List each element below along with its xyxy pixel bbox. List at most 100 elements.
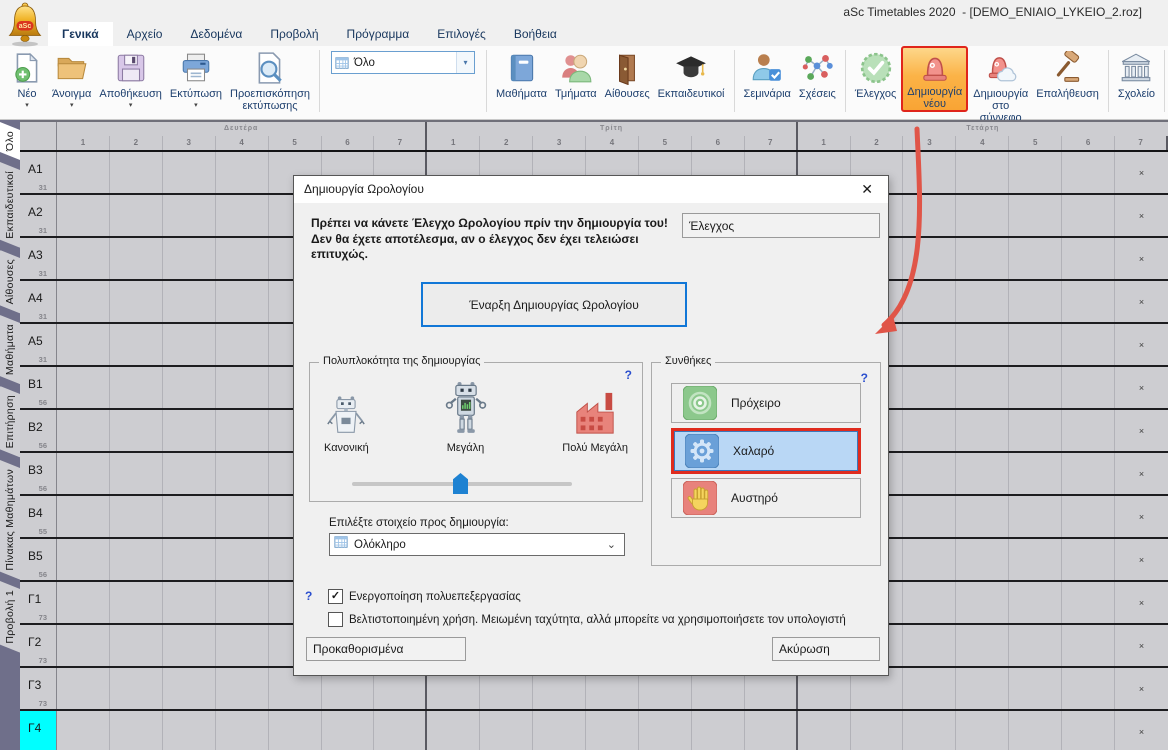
timetable-cell[interactable] xyxy=(57,367,110,408)
toolbar-button-open[interactable]: Άνοιγμα▾ xyxy=(48,46,95,109)
timetable-cell[interactable] xyxy=(216,711,269,750)
start-generation-button[interactable]: Έναρξη Δημιουργίας Ωρολογίου xyxy=(421,282,687,327)
timetable-cell[interactable] xyxy=(956,195,1009,236)
timetable-cell[interactable] xyxy=(956,152,1009,193)
timetable-cell[interactable] xyxy=(851,711,904,750)
toolbar-button-print-preview[interactable]: Προεπισκόπηση εκτύπωσης xyxy=(226,46,314,112)
optimized-usage-checkbox[interactable] xyxy=(328,612,343,627)
element-select-dropdown[interactable]: Ολόκληρο ⌄ xyxy=(329,533,625,556)
timetable-cell[interactable] xyxy=(163,625,216,666)
dropdown-arrow-icon[interactable]: ▾ xyxy=(25,102,29,109)
timetable-cell[interactable] xyxy=(1009,625,1062,666)
row-label-Γ1[interactable]: Γ173 xyxy=(20,582,57,623)
row-label-Γ4[interactable]: Γ4 xyxy=(20,711,57,750)
timetable-cell[interactable] xyxy=(956,367,1009,408)
toolbar-button-generate-cloud[interactable]: Δημιουργία στο σύννεφο xyxy=(969,46,1032,124)
timetable-cell[interactable] xyxy=(1062,668,1115,709)
timetable-cell[interactable] xyxy=(586,711,639,750)
timetable-cell[interactable] xyxy=(639,711,692,750)
check-button[interactable]: Έλεγχος xyxy=(682,213,880,238)
complexity-option-very-high[interactable]: Πολύ Μεγάλη xyxy=(562,377,628,454)
timetable-cell[interactable] xyxy=(110,453,163,494)
timetable-cell[interactable] xyxy=(216,625,269,666)
timetable-cell[interactable] xyxy=(110,668,163,709)
row-label-B5[interactable]: B556 xyxy=(20,539,57,580)
row-label-Γ2[interactable]: Γ273 xyxy=(20,625,57,666)
timetable-cell[interactable] xyxy=(956,238,1009,279)
timetable-cell[interactable] xyxy=(163,152,216,193)
timetable-cell[interactable] xyxy=(903,625,956,666)
timetable-cell[interactable] xyxy=(956,539,1009,580)
timetable-cell[interactable] xyxy=(798,711,851,750)
timetable-cell[interactable]: × xyxy=(1115,324,1168,365)
timetable-cell[interactable] xyxy=(956,711,1009,750)
timetable-cell[interactable] xyxy=(163,453,216,494)
row-label-B4[interactable]: B455 xyxy=(20,496,57,537)
row-label-A5[interactable]: A531 xyxy=(20,324,57,365)
timetable-cell[interactable] xyxy=(1062,410,1115,451)
timetable-cell[interactable] xyxy=(57,195,110,236)
timetable-cell[interactable] xyxy=(1062,281,1115,322)
timetable-cell[interactable] xyxy=(163,195,216,236)
timetable-cell[interactable] xyxy=(956,281,1009,322)
timetable-cell[interactable] xyxy=(110,238,163,279)
complexity-slider-thumb[interactable] xyxy=(453,473,468,494)
timetable-cell[interactable] xyxy=(1009,539,1062,580)
chevron-down-icon[interactable]: ▾ xyxy=(456,52,474,73)
timetable-cell[interactable] xyxy=(956,410,1009,451)
toolbar-button-print[interactable]: Εκτύπωση▾ xyxy=(166,46,226,109)
timetable-cell[interactable] xyxy=(57,281,110,322)
menu-item-schedule[interactable]: Πρόγραμμα xyxy=(333,22,424,46)
timetable-cell[interactable] xyxy=(110,367,163,408)
timetable-cell[interactable] xyxy=(1062,238,1115,279)
row-label-B2[interactable]: B256 xyxy=(20,410,57,451)
timetable-cell[interactable]: × xyxy=(1115,281,1168,322)
timetable-cell[interactable] xyxy=(1062,496,1115,537)
timetable-cell[interactable] xyxy=(163,496,216,537)
timetable-cell[interactable] xyxy=(1009,238,1062,279)
timetable-cell[interactable] xyxy=(903,324,956,365)
timetable-cell[interactable] xyxy=(322,711,375,750)
timetable-cell[interactable] xyxy=(480,711,533,750)
timetable-cell[interactable] xyxy=(110,496,163,537)
timetable-cell[interactable] xyxy=(1009,367,1062,408)
timetable-cell[interactable] xyxy=(1009,281,1062,322)
dropdown-arrow-icon[interactable]: ▾ xyxy=(129,102,133,109)
toolbar-button-subjects[interactable]: Μαθήματα xyxy=(492,46,551,100)
timetable-cell[interactable] xyxy=(110,152,163,193)
sidebar-tab-teachers[interactable]: Εκπαιδευτικοί xyxy=(0,162,20,248)
timetable-cell[interactable] xyxy=(216,195,269,236)
timetable-cell[interactable] xyxy=(1062,582,1115,623)
row-label-A1[interactable]: A131 xyxy=(20,152,57,193)
toolbar-button-check[interactable]: Έλεγχος xyxy=(851,46,900,100)
toolbar-button-classrooms[interactable]: Αίθουσες xyxy=(601,46,654,100)
timetable-cell[interactable] xyxy=(903,281,956,322)
sidebar-tab-subjects[interactable]: Μαθήματα xyxy=(0,315,20,384)
timetable-cell[interactable] xyxy=(903,410,956,451)
timetable-cell[interactable] xyxy=(110,711,163,750)
toolbar-button-generate-new[interactable]: Δημιουργία νέου xyxy=(901,46,968,112)
timetable-cell[interactable]: × xyxy=(1115,711,1168,750)
dropdown-arrow-icon[interactable]: ▾ xyxy=(70,102,74,109)
view-selector-dropdown[interactable]: Όλο ▾ xyxy=(331,51,475,74)
timetable-cell[interactable] xyxy=(1009,152,1062,193)
toolbar-button-classes[interactable]: Τμήματα xyxy=(551,46,601,100)
timetable-cell[interactable] xyxy=(903,496,956,537)
timetable-cell[interactable] xyxy=(110,582,163,623)
timetable-cell[interactable]: × xyxy=(1115,625,1168,666)
timetable-cell[interactable] xyxy=(1062,195,1115,236)
timetable-cell[interactable] xyxy=(1009,453,1062,494)
timetable-cell[interactable] xyxy=(57,582,110,623)
timetable-cell[interactable] xyxy=(903,668,956,709)
row-label-B3[interactable]: B356 xyxy=(20,453,57,494)
menu-item-file[interactable]: Αρχείο xyxy=(113,22,177,46)
timetable-cell[interactable]: × xyxy=(1115,539,1168,580)
timetable-cell[interactable] xyxy=(110,281,163,322)
row-label-Γ3[interactable]: Γ373 xyxy=(20,668,57,709)
timetable-cell[interactable] xyxy=(110,195,163,236)
timetable-cell[interactable] xyxy=(956,496,1009,537)
sidebar-tab-subjects-table[interactable]: Πίνακας Μαθημάτων xyxy=(0,460,20,580)
timetable-cell[interactable] xyxy=(1009,496,1062,537)
menu-item-help[interactable]: Βοήθεια xyxy=(500,22,571,46)
timetable-cell[interactable] xyxy=(903,152,956,193)
